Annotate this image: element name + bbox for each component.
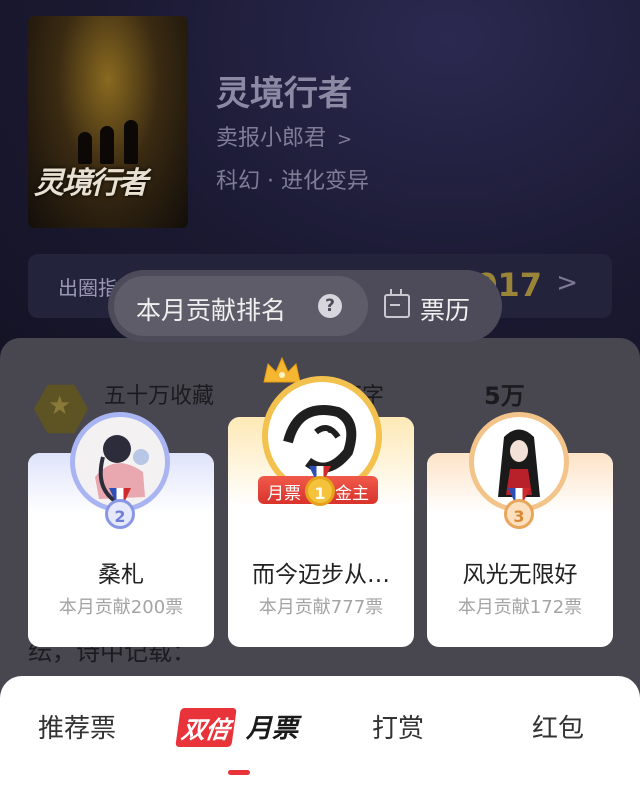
book-title: 灵境行者 [216, 74, 352, 114]
milestone-title: 五十万收藏 [104, 384, 215, 409]
monthly-ticket-label: 月票 [246, 714, 299, 744]
book-author[interactable]: 卖报小郎君 > [216, 120, 352, 152]
double-badge: 双倍 [175, 708, 237, 747]
contributor-votes: 本月贡献200票 [58, 597, 184, 618]
tab-reward[interactable]: 打赏 [372, 708, 424, 745]
tab-monthly-contribution[interactable]: 本月贡献排名 ? [114, 276, 368, 336]
calendar-icon [384, 289, 410, 318]
rank-medal-2: 2 [105, 499, 135, 529]
contributor-name: 风光无限好 [462, 562, 578, 588]
contributor-name: 而今迈步从… [252, 562, 390, 588]
cover-title: 灵境行者 [34, 166, 148, 201]
rank-medal-3: 3 [504, 499, 534, 529]
tab-recommend-ticket[interactable]: 推荐票 [38, 708, 116, 745]
chevron-right-icon: > [556, 268, 578, 298]
chevron-right-icon: > [337, 129, 353, 150]
author-name: 卖报小郎君 [216, 126, 327, 151]
help-icon[interactable]: ? [318, 294, 342, 318]
vote-type-tabs: 推荐票 双倍 月票 打赏 红包 [0, 676, 640, 787]
ranking-tabs: 本月贡献排名 ? 票历 [108, 270, 502, 342]
stat-value: 5万 [484, 382, 525, 410]
contributor-name: 桑札 [98, 562, 144, 588]
star-icon: ★ [48, 391, 72, 421]
book-cover[interactable]: 灵境行者 [28, 16, 188, 228]
contributor-votes: 本月贡献172票 [457, 597, 583, 618]
tab-monthly-ticket[interactable]: 双倍 月票 [175, 708, 299, 748]
active-tab-indicator [228, 770, 250, 775]
rank-medal-1: 1 [305, 476, 335, 506]
contributor-votes: 本月贡献777票 [258, 597, 384, 618]
tab-label: 本月贡献排名 [136, 296, 287, 325]
tag-sponsor: 金主 [335, 484, 369, 504]
tab-red-packet[interactable]: 红包 [532, 708, 584, 745]
tag-monthly: 月票 [267, 484, 301, 504]
tab-vote-history[interactable]: 票历 [420, 291, 470, 327]
book-genre: 科幻 · 进化变异 [216, 169, 369, 194]
